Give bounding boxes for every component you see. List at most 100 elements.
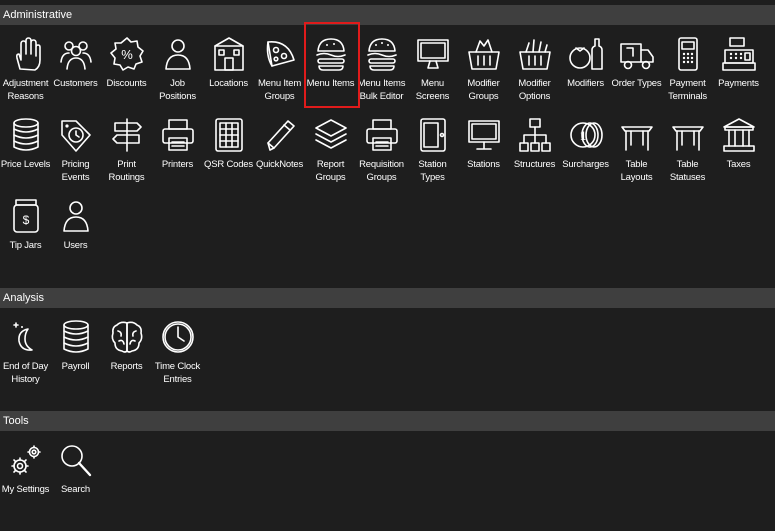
- tile-label: Printers: [161, 159, 194, 170]
- tile-taxes[interactable]: Taxes: [713, 109, 764, 187]
- tile-label: Order Types: [611, 78, 662, 89]
- tile-label: Locations: [209, 78, 248, 89]
- tile-label: Menu Item Groups: [257, 78, 302, 102]
- tile-adjustment-reasons[interactable]: Adjustment Reasons: [0, 28, 51, 106]
- tile-label: Job Positions: [159, 78, 196, 102]
- section-header-administrative: Administrative: [0, 5, 775, 25]
- tile-label: Report Groups: [315, 159, 346, 183]
- tile-locations[interactable]: Locations: [203, 28, 254, 106]
- printer-icon: [160, 117, 196, 153]
- discount-badge-icon: %: [109, 36, 145, 72]
- tile-surcharges[interactable]: 1 Surcharges: [560, 109, 611, 187]
- tile-label: End of Day History: [3, 361, 48, 385]
- delivery-truck-icon: [619, 36, 655, 72]
- section-header-tools: Tools: [0, 411, 775, 431]
- tile-modifier-groups[interactable]: Modifier Groups: [458, 28, 509, 106]
- tile-search[interactable]: Search: [50, 434, 101, 512]
- tile-table-layouts[interactable]: Table Layouts: [611, 109, 662, 187]
- hand-icon: [8, 36, 44, 72]
- tile-label: Table Layouts: [620, 159, 653, 183]
- tile-order-types[interactable]: Order Types: [611, 28, 662, 106]
- burger-icon: [313, 36, 349, 72]
- svg-text:$: $: [22, 213, 29, 227]
- table-status-icon: [670, 117, 706, 153]
- monitor-stand-icon: [466, 117, 502, 153]
- tile-label: Time Clock Entries: [154, 361, 201, 385]
- price-tag-clock-icon: [58, 117, 94, 153]
- tile-time-clock-entries[interactable]: Time Clock Entries: [152, 311, 203, 389]
- tile-label: Payment Terminals: [668, 78, 707, 102]
- tile-label: Payments: [718, 78, 759, 89]
- building-icon: [211, 36, 247, 72]
- tile-label: QuickNotes: [255, 159, 304, 170]
- tile-job-positions[interactable]: Job Positions: [152, 28, 203, 106]
- tile-label: Stations: [467, 159, 500, 170]
- tile-menu-items[interactable]: Menu Items: [305, 28, 356, 106]
- tile-label: Search: [61, 484, 90, 495]
- tablet-icon: [415, 117, 451, 153]
- tile-report-groups[interactable]: Report Groups: [305, 109, 356, 187]
- hierarchy-icon: [517, 117, 553, 153]
- tile-label: Users: [63, 240, 88, 251]
- tile-label: Modifier Groups: [467, 78, 500, 102]
- tile-tip-jars[interactable]: $ Tip Jars: [0, 190, 51, 268]
- tile-payroll[interactable]: Payroll: [50, 311, 101, 389]
- tile-price-levels[interactable]: Price Levels: [0, 109, 51, 187]
- gears-icon: [8, 442, 44, 478]
- tile-label: Print Routings: [108, 159, 145, 183]
- card-terminal-icon: [670, 36, 706, 72]
- tile-customers[interactable]: Customers: [50, 28, 101, 106]
- tile-payment-terminals[interactable]: Payment Terminals: [662, 28, 713, 106]
- tile-menu-items-bulk-editor[interactable]: Menu Items Bulk Editor: [356, 28, 407, 106]
- svg-text:1: 1: [579, 128, 586, 143]
- tile-discounts[interactable]: % Discounts: [101, 28, 152, 106]
- tile-end-of-day-history[interactable]: End of Day History: [0, 311, 51, 389]
- tile-reports[interactable]: Reports: [101, 311, 152, 389]
- tile-label: Modifier Options: [518, 78, 551, 102]
- layers-icon: [313, 117, 349, 153]
- tile-label: Station Types: [418, 159, 447, 183]
- moon-stars-icon: [8, 319, 44, 355]
- monitor-icon: [415, 36, 451, 72]
- tile-my-settings[interactable]: My Settings: [0, 434, 51, 512]
- tile-label: Menu Items: [306, 78, 355, 89]
- customers-icon: [58, 36, 94, 72]
- tile-modifiers[interactable]: Modifiers: [560, 28, 611, 106]
- section-header-analysis: Analysis: [0, 288, 775, 308]
- tile-label: Menu Screens: [415, 78, 450, 102]
- tile-label: Discounts: [106, 78, 147, 89]
- person-icon: [160, 36, 196, 72]
- tile-menu-item-groups[interactable]: Menu Item Groups: [254, 28, 305, 106]
- government-building-icon: [721, 117, 757, 153]
- tile-menu-screens[interactable]: Menu Screens: [407, 28, 458, 106]
- tile-modifier-options[interactable]: Modifier Options: [509, 28, 560, 106]
- tile-station-types[interactable]: Station Types: [407, 109, 458, 187]
- basket-icon: [466, 36, 502, 72]
- tile-qsr-codes[interactable]: QSR Codes: [203, 109, 254, 187]
- tile-stations[interactable]: Stations: [458, 109, 509, 187]
- tile-requisition-groups[interactable]: Requisition Groups: [356, 109, 407, 187]
- tile-structures[interactable]: Structures: [509, 109, 560, 187]
- tile-label: Customers: [53, 78, 98, 89]
- printer-stack-icon: [364, 117, 400, 153]
- tile-label: QSR Codes: [204, 159, 253, 170]
- tile-label: Modifiers: [567, 78, 604, 89]
- tile-table-statuses[interactable]: Table Statuses: [662, 109, 713, 187]
- tile-print-routings[interactable]: Print Routings: [101, 109, 152, 187]
- table-icon: [619, 117, 655, 153]
- pizza-icon: [262, 36, 298, 72]
- keypad-icon: [211, 117, 247, 153]
- tile-label: Reports: [110, 361, 143, 372]
- tile-label: Price Levels: [0, 159, 51, 170]
- tile-label: Requisition Groups: [359, 159, 404, 183]
- tile-users[interactable]: Users: [50, 190, 101, 268]
- signpost-icon: [109, 117, 145, 153]
- tile-pricing-events[interactable]: Pricing Events: [50, 109, 101, 187]
- cash-register-icon: [721, 36, 757, 72]
- tile-printers[interactable]: Printers: [152, 109, 203, 187]
- search-icon: [58, 442, 94, 478]
- tile-payments[interactable]: Payments: [713, 28, 764, 106]
- tile-label: Payroll: [61, 361, 90, 372]
- tile-quicknotes[interactable]: QuickNotes: [254, 109, 305, 187]
- burger-edit-icon: [364, 36, 400, 72]
